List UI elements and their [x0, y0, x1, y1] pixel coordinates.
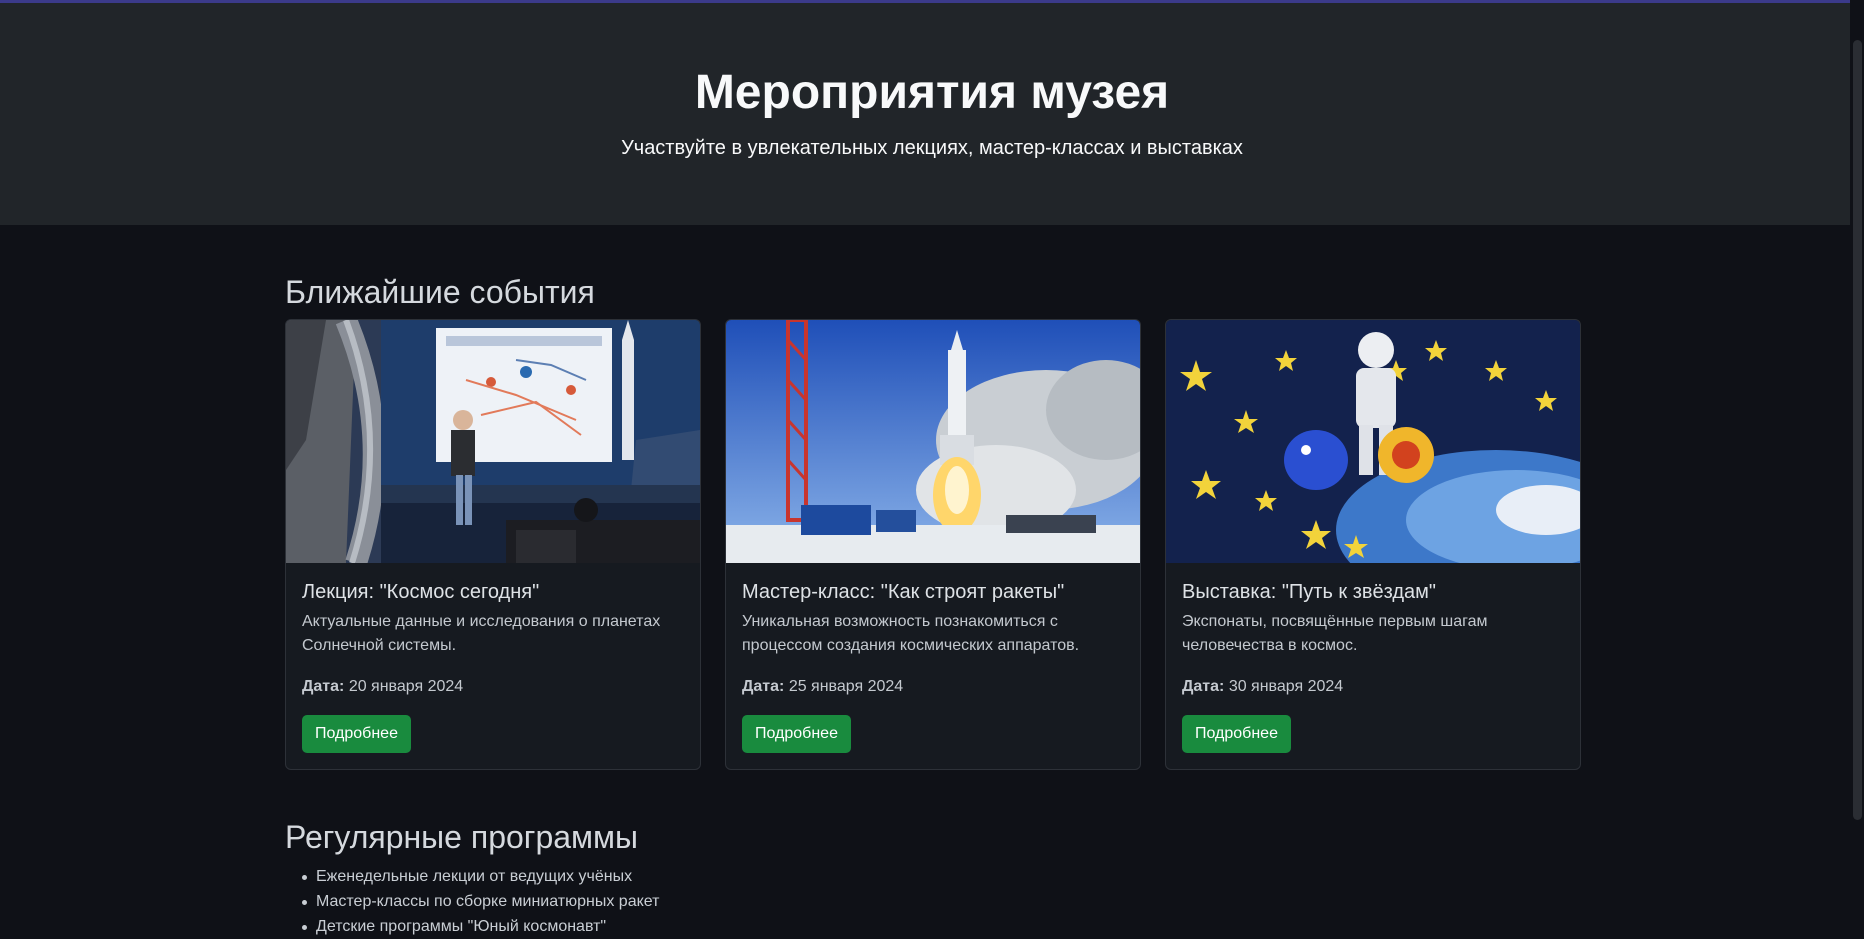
page-subtitle: Участвуйте в увлекательных лекциях, маст…	[621, 137, 1243, 159]
upcoming-events-heading: Ближайшие события	[285, 274, 595, 310]
date-value: 25 января 2024	[788, 678, 904, 695]
event-card-masterclass: Мастер-класс: "Как строят ракеты" Уникал…	[725, 319, 1141, 770]
card-title: Лекция: "Космос сегодня"	[302, 581, 540, 603]
scrollbar[interactable]	[1850, 0, 1864, 936]
details-button[interactable]: Подробнее	[1182, 715, 1291, 753]
event-card-lecture: Лекция: "Космос сегодня" Актуальные данн…	[285, 319, 701, 770]
details-button[interactable]: Подробнее	[302, 715, 411, 753]
date-label: Дата:	[302, 678, 345, 695]
details-button[interactable]: Подробнее	[742, 715, 851, 753]
list-item: Еженедельные лекции от ведущих учёных	[298, 864, 659, 889]
stars-painting-photo	[1166, 320, 1580, 563]
card-description: Актуальные данные и исследования о плане…	[302, 613, 661, 654]
event-card-exhibition: Выставка: "Путь к звёздам" Экспонаты, по…	[1165, 319, 1581, 770]
scrollbar-thumb[interactable]	[1853, 40, 1862, 820]
date-value: 20 января 2024	[348, 678, 464, 695]
card-date: Дата: 20 января 2024	[302, 675, 686, 699]
list-item: Мастер-классы по сборке миниатюрных раке…	[298, 889, 659, 914]
card-date: Дата: 25 января 2024	[742, 675, 1126, 699]
rocket-launch-photo	[726, 320, 1140, 563]
card-date: Дата: 30 января 2024	[1182, 675, 1566, 699]
date-label: Дата:	[742, 678, 785, 695]
list-item: Детские программы "Юный космонавт"	[298, 914, 659, 939]
hero-banner: Мероприятия музея Участвуйте в увлекател…	[0, 3, 1864, 225]
card-title: Выставка: "Путь к звёздам"	[1182, 581, 1437, 603]
regular-programs-heading: Регулярные программы	[285, 819, 639, 855]
card-title: Мастер-класс: "Как строят ракеты"	[742, 581, 1065, 603]
card-description: Экспонаты, посвящённые первым шагам чело…	[1182, 613, 1488, 654]
page-title: Мероприятия музея	[694, 66, 1170, 119]
date-value: 30 января 2024	[1228, 678, 1344, 695]
card-description: Уникальная возможность познакомиться с п…	[742, 613, 1080, 654]
programs-list: Еженедельные лекции от ведущих учёных Ма…	[298, 864, 659, 939]
lecture-photo	[286, 320, 700, 563]
date-label: Дата:	[1182, 678, 1225, 695]
